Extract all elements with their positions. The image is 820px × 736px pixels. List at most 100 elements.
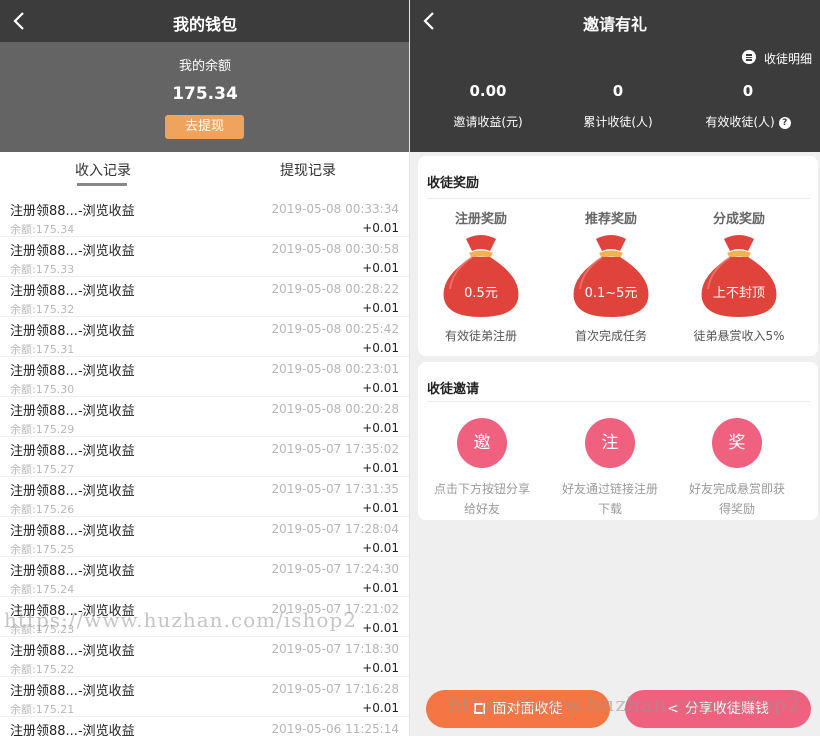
step-desc: 点击下方按钮分享 给好友 bbox=[419, 479, 545, 519]
record-date: 2019-05-07 17:31:35 bbox=[271, 482, 399, 496]
reward-title: 推荐奖励 bbox=[584, 212, 637, 227]
help-icon[interactable]: ? bbox=[778, 117, 791, 129]
list-icon[interactable] bbox=[742, 50, 756, 64]
record-date: 2019-05-07 17:28:04 bbox=[271, 522, 399, 536]
balance-label: 我的余额 bbox=[178, 59, 231, 74]
step-reward: 奖 好友完成悬赏即获 得奖励 bbox=[674, 418, 800, 519]
record-amount: +0.01 bbox=[362, 261, 399, 275]
divider bbox=[427, 401, 810, 402]
record-desc: 注册领88...-浏览收益 bbox=[10, 644, 135, 659]
tab-income-records[interactable]: 收入记录 bbox=[75, 160, 131, 180]
record-desc: 注册领88...-浏览收益 bbox=[10, 284, 135, 299]
reward-register: 注册奖励 0.5元 有效徒弟注册 bbox=[418, 208, 544, 344]
income-record-row: 注册领88...-浏览收益 2019-05-08 00:25:42 余额:175.3… bbox=[0, 317, 409, 357]
register-icon: 注 bbox=[585, 418, 635, 468]
record-amount: +0.01 bbox=[362, 661, 399, 675]
income-record-row: 注册领88...-浏览收益 2019-05-07 17:18:30 余额:175.2… bbox=[0, 637, 409, 677]
step-share: 邀 点击下方按钮分享 给好友 bbox=[419, 418, 545, 519]
record-balance: 余额:175.22 bbox=[10, 663, 75, 676]
card-title: 收徒邀请 bbox=[427, 382, 480, 397]
money-bag-icon: 0.5元 bbox=[436, 233, 526, 319]
detail-link[interactable]: 收徒明细 bbox=[764, 50, 812, 67]
record-desc: 注册领88...-浏览收益 bbox=[10, 724, 135, 736]
record-amount: +0.01 bbox=[362, 501, 399, 515]
record-desc: 注册领88...-浏览收益 bbox=[10, 244, 135, 259]
invite-header: 邀请有礼 收徒明细 0.00 邀请收益(元) 0 累计收徒(人) 0 有效收徒(… bbox=[410, 0, 820, 152]
reward-desc: 徒弟悬赏收入5% bbox=[693, 329, 785, 343]
record-balance: 余额:175.25 bbox=[10, 543, 75, 556]
reward-amount: 0.5元 bbox=[464, 286, 498, 301]
stat-value: 0 bbox=[612, 82, 624, 100]
income-record-row: 注册领88...-浏览收益 2019-05-08 00:33:34 余额:175.3… bbox=[0, 197, 409, 237]
reward-icon: 奖 bbox=[712, 418, 762, 468]
reward-card: 收徒奖励 注册奖励 0.5元 有效徒弟注册 推荐奖励 0.1~5元 首次完成任务… bbox=[418, 156, 818, 356]
screen: 我的钱包 我的余额 175.34 去提现 收入记录 提现记录 注册领88...-… bbox=[0, 0, 820, 736]
stat-label: 有效收徒(人)? bbox=[680, 113, 816, 130]
stat-total-apprentices: 0 累计收徒(人) bbox=[550, 82, 686, 130]
record-amount: +0.01 bbox=[362, 621, 399, 635]
reward-share: 分成奖励 上不封顶 徒弟悬赏收入5% bbox=[676, 208, 802, 344]
income-record-row: 注册领88...-浏览收益 2019-05-07 17:16:28 余额:175.2… bbox=[0, 677, 409, 717]
record-list: 注册领88...-浏览收益 2019-05-08 00:33:34 余额:175.3… bbox=[0, 197, 409, 736]
reward-amount: 上不封顶 bbox=[712, 286, 765, 301]
record-desc: 注册领88...-浏览收益 bbox=[10, 484, 135, 499]
record-amount: +0.01 bbox=[362, 301, 399, 315]
watermark: https://www.huzhan.com/ishop2 bbox=[4, 608, 357, 632]
step-desc-line2: 得奖励 bbox=[718, 502, 755, 516]
invite-panel: 邀请有礼 收徒明细 0.00 邀请收益(元) 0 累计收徒(人) 0 有效收徒(… bbox=[410, 0, 820, 736]
step-desc-line1: 点击下方按钮分享 bbox=[433, 482, 530, 496]
stat-value: 0.00 bbox=[469, 82, 507, 100]
withdraw-button[interactable]: 去提现 bbox=[165, 115, 244, 139]
money-bag-icon: 0.1~5元 bbox=[566, 233, 656, 319]
record-desc: 注册领88...-浏览收益 bbox=[10, 404, 135, 419]
income-record-row: 注册领88...-浏览收益 2019-05-07 17:28:04 余额:175.2… bbox=[0, 517, 409, 557]
record-date: 2019-05-07 17:35:02 bbox=[271, 442, 399, 456]
reward-recommend: 推荐奖励 0.1~5元 首次完成任务 bbox=[548, 208, 674, 344]
record-desc: 注册领88...-浏览收益 bbox=[10, 364, 135, 379]
record-amount: +0.01 bbox=[362, 701, 399, 715]
divider bbox=[427, 198, 810, 199]
stat-label-text: 有效收徒(人) bbox=[705, 115, 775, 129]
wallet-header: 我的钱包 bbox=[0, 0, 409, 42]
active-tab-indicator bbox=[77, 183, 127, 186]
record-amount: +0.01 bbox=[362, 581, 399, 595]
reward-desc: 首次完成任务 bbox=[574, 329, 647, 343]
record-balance: 余额:175.32 bbox=[10, 303, 75, 316]
tab-withdraw-records[interactable]: 提现记录 bbox=[280, 160, 336, 180]
stat-valid-apprentices: 0 有效收徒(人)? bbox=[680, 82, 816, 130]
income-record-row: 注册领88...-浏览收益 2019-05-08 00:28:22 余额:175.3… bbox=[0, 277, 409, 317]
stat-label: 累计收徒(人) bbox=[583, 115, 653, 129]
page-title: 邀请有礼 bbox=[582, 15, 647, 34]
record-desc: 注册领88...-浏览收益 bbox=[10, 524, 135, 539]
record-desc: 注册领88...-浏览收益 bbox=[10, 564, 135, 579]
record-balance: 余额:175.31 bbox=[10, 343, 75, 356]
reward-amount: 0.1~5元 bbox=[584, 286, 638, 301]
stat-value: 0 bbox=[742, 82, 754, 100]
record-balance: 余额:175.21 bbox=[10, 703, 75, 716]
money-bag-icon: 上不封顶 bbox=[694, 233, 784, 319]
record-date: 2019-05-08 00:28:22 bbox=[271, 282, 399, 296]
record-amount: +0.01 bbox=[362, 461, 399, 475]
record-date: 2019-05-08 00:33:34 bbox=[271, 202, 399, 216]
stat-invite-income: 0.00 邀请收益(元) bbox=[420, 82, 556, 130]
step-register: 注 好友通过链接注册 下载 bbox=[547, 418, 673, 519]
record-balance: 余额:175.29 bbox=[10, 423, 75, 436]
income-record-row: 注册领88...-浏览收益 2019-05-08 00:30:58 余额:175.3… bbox=[0, 237, 409, 277]
income-record-row: 注册领88...-浏览收益 2019-05-06 11:25:14 bbox=[0, 717, 409, 736]
income-record-row: 注册领88...-浏览收益 2019-05-08 00:23:01 余额:175.3… bbox=[0, 357, 409, 397]
income-record-row: 注册领88...-浏览收益 2019-05-07 17:24:30 余额:175.2… bbox=[0, 557, 409, 597]
step-desc: 好友完成悬赏即获 得奖励 bbox=[674, 479, 800, 519]
page-title: 我的钱包 bbox=[172, 15, 237, 34]
record-balance: 余额:175.27 bbox=[10, 463, 75, 476]
record-amount: +0.01 bbox=[362, 541, 399, 555]
step-desc-line1: 好友通过链接注册 bbox=[561, 482, 658, 496]
record-amount: +0.01 bbox=[362, 341, 399, 355]
record-balance: 余额:175.30 bbox=[10, 383, 75, 396]
income-record-row: 注册领88...-浏览收益 2019-05-07 17:35:02 余额:175.2… bbox=[0, 437, 409, 477]
reward-desc: 有效徒弟注册 bbox=[444, 329, 517, 343]
wallet-panel: 我的钱包 我的余额 175.34 去提现 收入记录 提现记录 注册领88...-… bbox=[0, 0, 410, 736]
record-balance: 余额:175.24 bbox=[10, 583, 75, 596]
record-date: 2019-05-07 17:18:30 bbox=[271, 642, 399, 656]
record-date: 2019-05-07 17:16:28 bbox=[271, 682, 399, 696]
balance-value: 175.34 bbox=[172, 84, 238, 104]
